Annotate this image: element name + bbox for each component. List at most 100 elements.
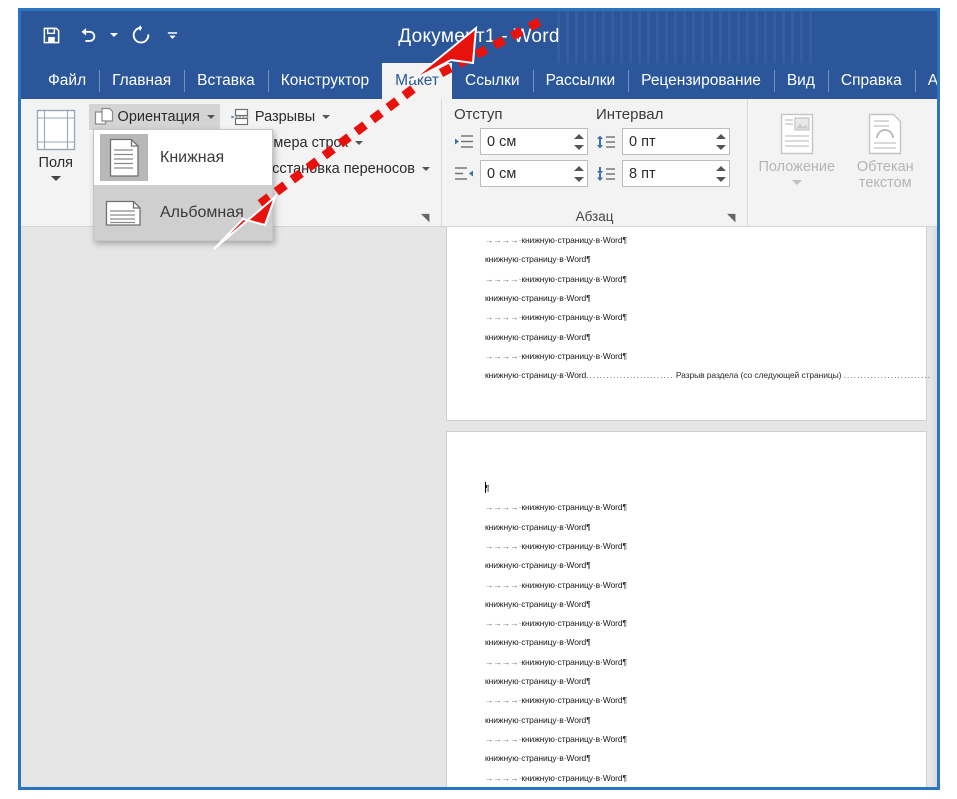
spacing-before-spin-buttons <box>716 129 726 154</box>
wrap-text-button[interactable]: Обтекан текстом <box>840 108 931 191</box>
tab-design[interactable]: Конструктор <box>267 63 382 99</box>
undo-button[interactable] <box>71 19 103 51</box>
page-setup-dialog-launcher[interactable]: ◥ <box>421 212 433 224</box>
vertical-scroll-shadow[interactable] <box>931 227 937 787</box>
tab-insert[interactable]: Вставка <box>184 63 268 99</box>
document-line[interactable]: книжную·страницу·в·Word¶ <box>485 254 591 264</box>
spacing-before-increment-button[interactable] <box>716 133 726 139</box>
paragraph-group-label: Абзац ◥ <box>448 206 741 226</box>
paragraph-dialog-launcher[interactable]: ◥ <box>727 212 739 224</box>
document-line[interactable]: →→→→·книжную·страницу·в·Word¶ <box>485 274 627 284</box>
tab-layout[interactable]: Макет <box>382 63 452 99</box>
document-line[interactable]: книжную·страницу·в·Word¶ <box>485 332 591 342</box>
document-line[interactable]: →→→→·книжную·страницу·в·Word¶ <box>485 541 627 551</box>
indent-right-input[interactable] <box>487 162 567 185</box>
document-line[interactable]: книжную·страницу·в·Word¶ <box>485 599 591 609</box>
spacing-after-spinner[interactable] <box>622 160 730 187</box>
tab-help[interactable]: Справка <box>827 63 915 99</box>
tab-file[interactable]: Файл <box>35 63 99 99</box>
wrap-text-button-label-2: текстом <box>858 175 912 191</box>
tab-view[interactable]: Вид <box>773 63 828 99</box>
document-line[interactable]: книжную·страницу·в·Word¶ <box>485 676 591 686</box>
breaks-button[interactable]: Разрывы <box>226 104 435 130</box>
spacing-before-input[interactable] <box>629 130 709 153</box>
spacing-before-spinner[interactable] <box>622 128 730 155</box>
indent-right-spinner[interactable] <box>480 160 588 187</box>
ribbon: Поля Ориентация Размер <box>21 99 937 241</box>
document-page-1[interactable]: →→→→·книжную·страницу·в·Word¶ книжную·стр… <box>446 227 930 421</box>
document-line[interactable]: →→→→·книжную·страницу·в·Word¶ <box>485 657 627 667</box>
tab-mailings[interactable]: Рассылки <box>532 63 629 99</box>
margins-icon <box>36 109 75 151</box>
indent-header: Отступ <box>454 106 503 123</box>
document-line[interactable]: →→→→·книжную·страницу·в·Word¶ <box>485 502 627 512</box>
document-line[interactable]: книжную·страницу·в·Word¶ <box>485 522 591 532</box>
breaks-icon <box>231 108 250 126</box>
document-line[interactable]: книжную·страницу·в·Word¶ <box>485 637 591 647</box>
indent-left-icon <box>455 134 473 148</box>
position-button-label: Положение <box>758 159 836 175</box>
tab-references[interactable]: Ссылки <box>452 63 533 99</box>
tab-home[interactable]: Главная <box>99 63 184 99</box>
redo-button[interactable] <box>125 19 157 51</box>
indent-right-spin-buttons <box>574 161 584 186</box>
tab-review[interactable]: Рецензирование <box>628 63 774 99</box>
document-line[interactable]: книжную·страницу·в·Word¶ <box>485 560 591 570</box>
indent-right-decrement-button[interactable] <box>574 176 584 182</box>
spacing-header: Интервал <box>596 106 664 123</box>
document-line[interactable]: →→→→·книжную·страницу·в·Word¶ <box>485 580 627 590</box>
wrap-text-icon <box>869 113 902 155</box>
breaks-button-label: Разрывы <box>254 109 316 125</box>
indent-right-icon <box>455 166 473 180</box>
margins-button[interactable]: Поля <box>27 104 85 181</box>
spacing-before-decrement-button[interactable] <box>716 144 726 150</box>
qat-more-icon <box>167 31 177 39</box>
paragraph-group-label-text: Абзац <box>575 208 614 224</box>
orientation-menu-item-portrait[interactable]: Книжная <box>94 130 272 185</box>
spacing-after-decrement-button[interactable] <box>716 176 726 182</box>
indent-left-input[interactable] <box>487 130 567 153</box>
document-line[interactable]: →→→→·книжную·страницу·в·Word¶ <box>485 618 627 628</box>
document-line[interactable]: →→→→·книжную·страницу·в·Word¶ <box>485 734 627 744</box>
title-bar: Документ1 - Word <box>21 11 937 63</box>
wrap-text-button-label-1: Обтекан <box>856 159 914 175</box>
redo-icon <box>132 25 150 44</box>
document-line[interactable]: →→→→·книжную·страницу·в·Word¶ <box>485 351 627 361</box>
orientation-button[interactable]: Ориентация <box>88 104 220 130</box>
indent-left-increment-button[interactable] <box>574 133 584 139</box>
document-line[interactable]: книжную·страницу·в·Word¶ <box>485 715 591 725</box>
document-line[interactable]: книжную·страницу·в·Word.................… <box>485 370 931 380</box>
document-line[interactable]: книжную·страницу·в·Word¶ <box>485 753 591 763</box>
orientation-menu-item-landscape-label: Альбомная <box>160 203 244 221</box>
document-line[interactable]: →→→→·книжную·страницу·в·Word¶ <box>485 235 627 245</box>
portrait-page-icon <box>100 134 148 181</box>
chevron-down-icon <box>110 33 118 37</box>
document-line[interactable]: книжную·страницу·в·Word¶ <box>485 293 591 303</box>
orientation-menu-item-landscape[interactable]: Альбомная <box>94 185 272 240</box>
document-line[interactable]: →→→→·книжную·страницу·в·Word¶ <box>485 695 627 705</box>
spacing-after-icon <box>597 166 615 181</box>
document-page-2[interactable]: ¶ →→→→·книжную·страницу·в·Word¶ книжную·ст… <box>446 431 927 787</box>
ribbon-group-arrange: Положение Обтекан текстом <box>747 99 937 226</box>
orientation-menu-item-portrait-label: Книжная <box>160 148 225 166</box>
chevron-down-icon <box>791 180 802 185</box>
orientation-dropdown-menu[interactable]: Книжная Альбомная <box>93 129 273 241</box>
chevron-down-icon <box>422 167 430 171</box>
spacing-after-input[interactable] <box>629 162 709 185</box>
document-canvas[interactable]: →→→→·книжную·страницу·в·Word¶ книжную·стр… <box>21 227 937 787</box>
tab-abbyy[interactable]: ABBY <box>914 63 937 99</box>
word-window: Документ1 - Word Файл Главная Вставка Ко… <box>18 8 940 790</box>
spacing-after-increment-button[interactable] <box>716 165 726 171</box>
indent-right-increment-button[interactable] <box>574 165 584 171</box>
save-button[interactable] <box>35 19 67 51</box>
position-icon <box>780 113 813 155</box>
document-line[interactable]: →→→→·книжную·страницу·в·Word¶ <box>485 312 627 322</box>
document-line[interactable]: →→→→·книжную·страницу·в·Word¶ <box>485 773 627 783</box>
indent-left-spinner[interactable] <box>480 128 588 155</box>
spacing-before-row <box>596 128 730 155</box>
customize-quick-access-button[interactable] <box>161 19 183 51</box>
undo-dropdown-button[interactable] <box>107 19 121 51</box>
indent-left-decrement-button[interactable] <box>574 144 584 150</box>
position-button[interactable]: Положение <box>754 108 840 185</box>
indent-left-spin-buttons <box>574 129 584 154</box>
